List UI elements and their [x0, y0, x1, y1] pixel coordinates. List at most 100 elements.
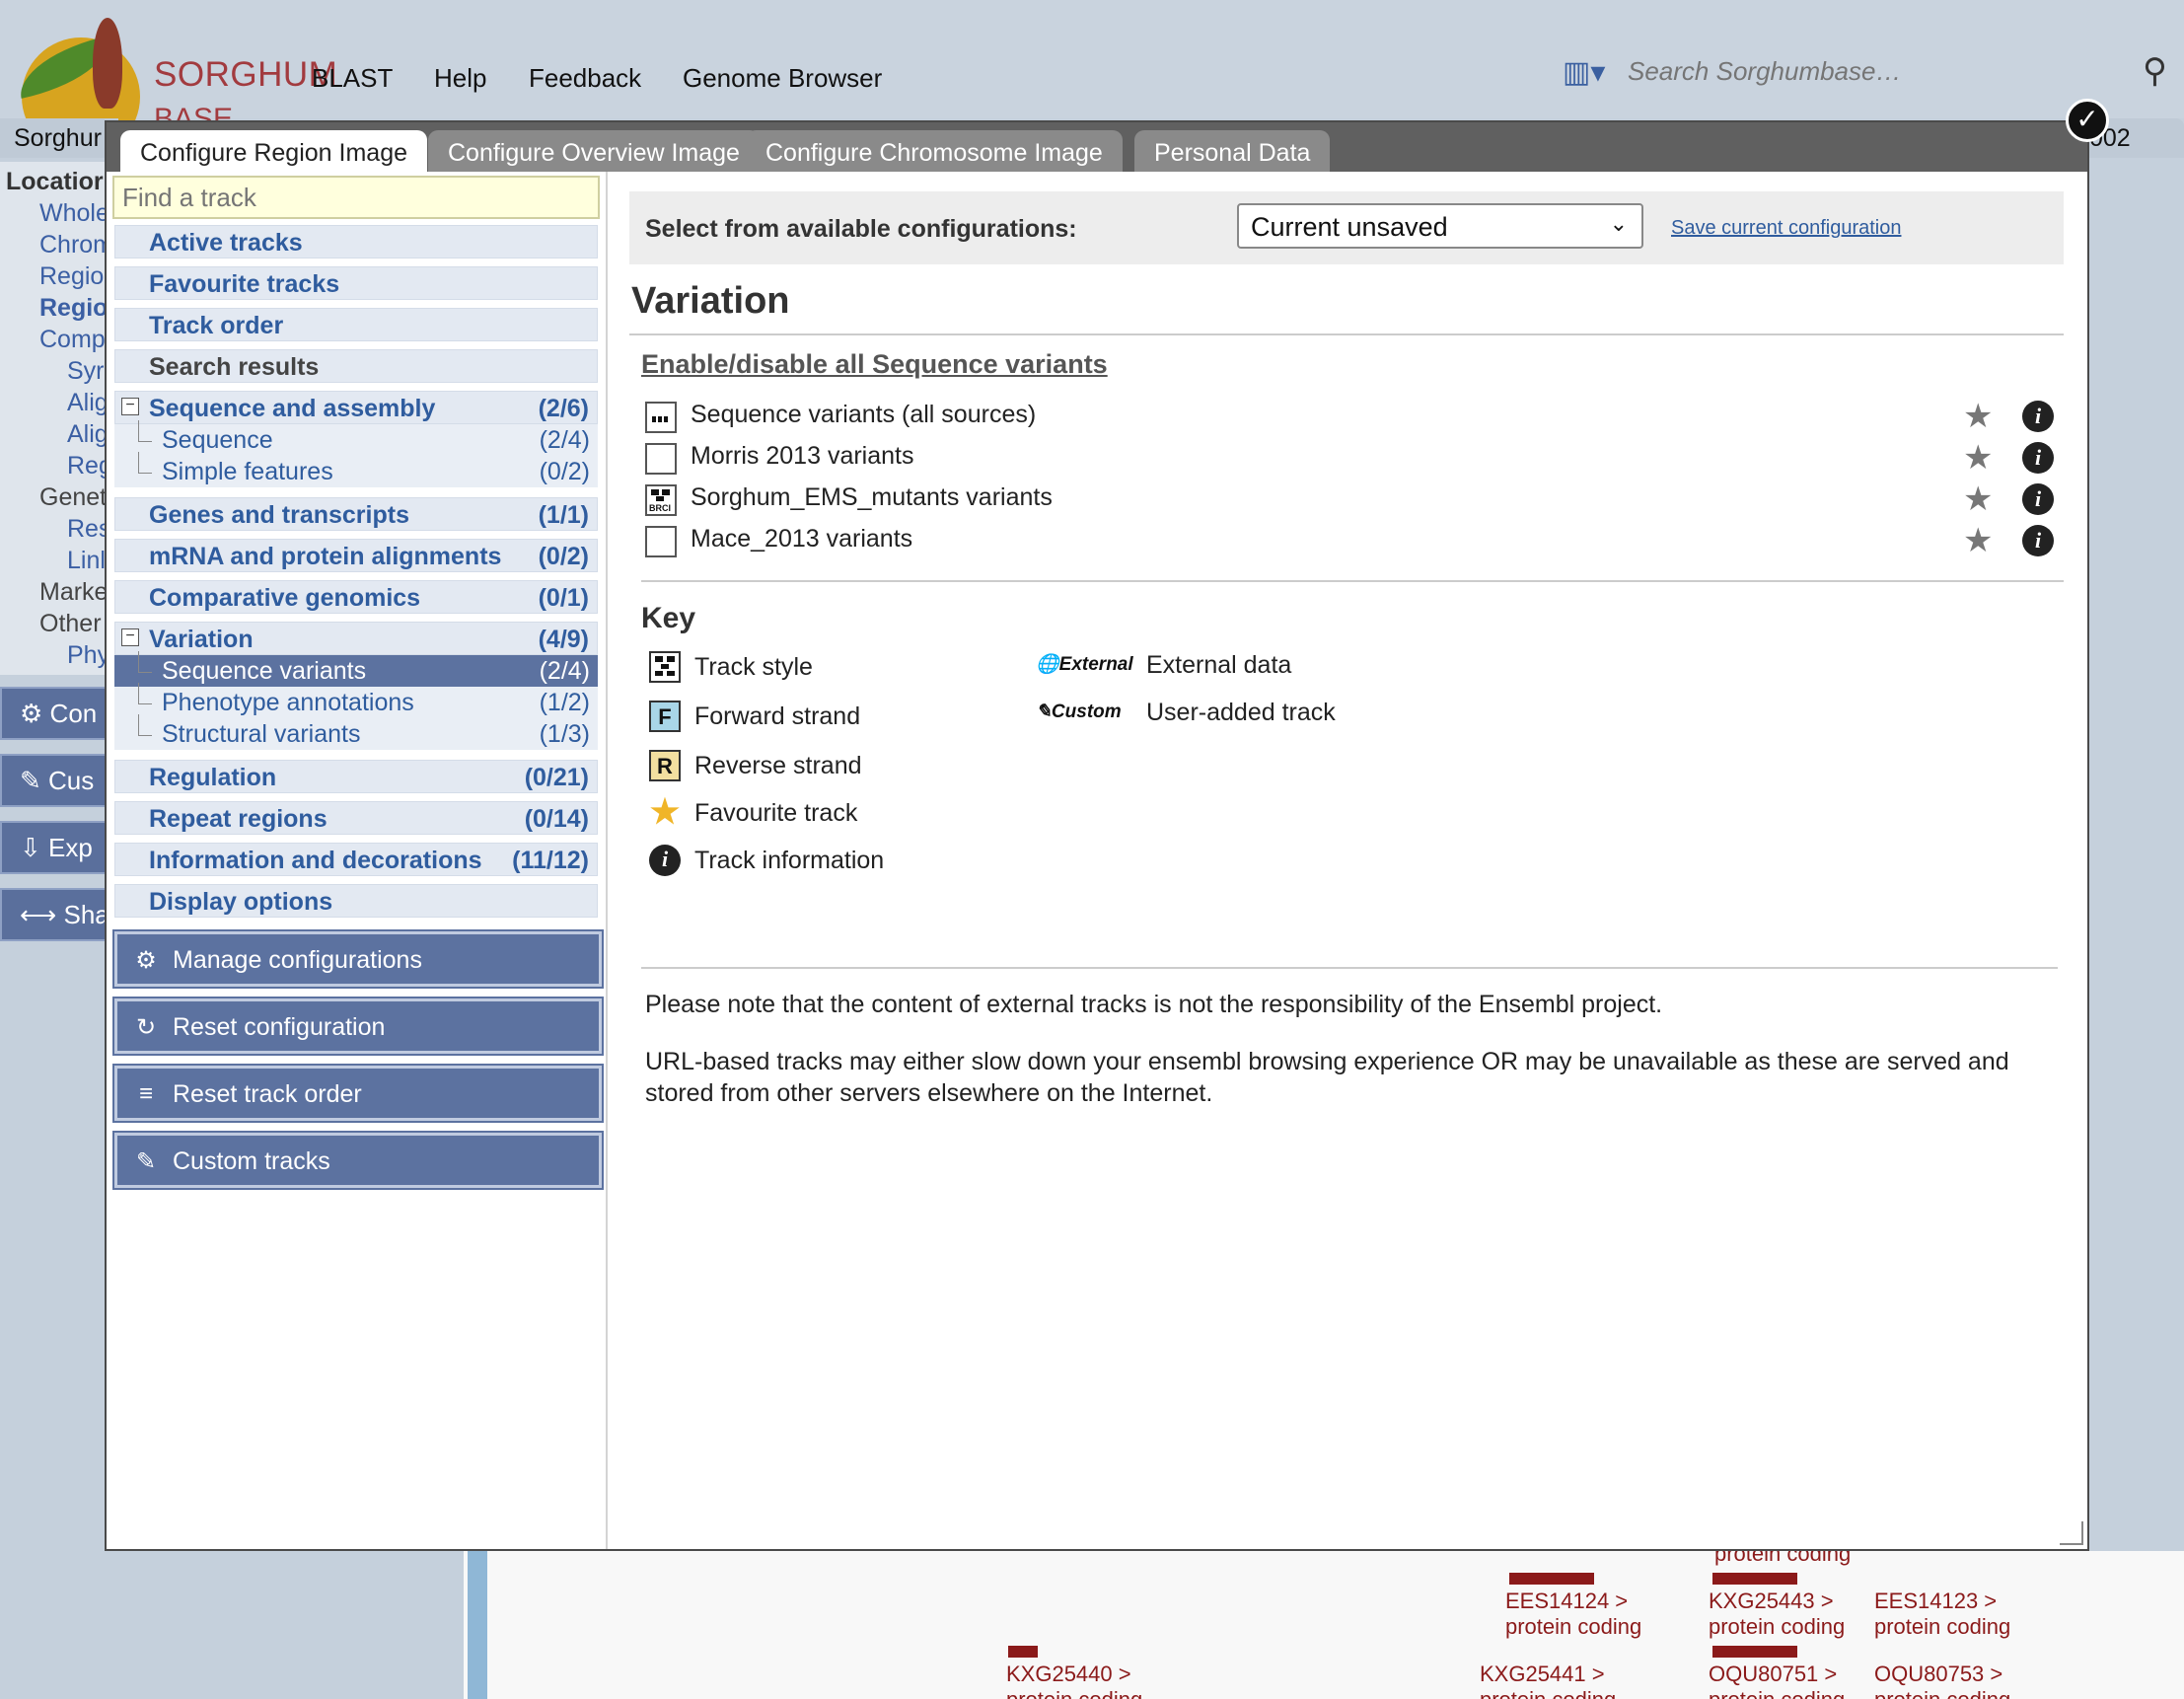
close-icon[interactable]: ✓: [2066, 99, 2109, 142]
reset-track-order-button[interactable]: ≡ Reset track order: [112, 1064, 604, 1123]
track-name: Sorghum_EMS_mutants variants: [691, 483, 1053, 511]
track-name: Morris 2013 variants: [691, 442, 914, 470]
sidebar-item-count: (0/14): [524, 805, 589, 833]
tree-heading: Locatior: [6, 168, 104, 195]
feature-label[interactable]: EES14124 > protein coding: [1505, 1588, 1641, 1640]
resize-handle-icon[interactable]: [2060, 1521, 2083, 1545]
tree-item[interactable]: Comp: [39, 326, 106, 354]
favourite-star-icon[interactable]: ★: [1963, 440, 1993, 476]
tree-item[interactable]: Genet: [39, 483, 107, 512]
sidebar-item-regulation[interactable]: Regulation (0/21): [114, 760, 598, 793]
track-style-toggle[interactable]: [645, 526, 677, 557]
sidebar-item-track-order[interactable]: Track order: [114, 308, 598, 341]
sidebar-item-favourite-tracks[interactable]: Favourite tracks: [114, 266, 598, 300]
bg-export-button[interactable]: ⇩ Exp: [0, 821, 107, 874]
info-icon[interactable]: i: [2022, 442, 2054, 474]
sidebar-item-count: (1/3): [539, 720, 590, 748]
save-configuration-link[interactable]: Save current configuration: [1671, 217, 1901, 240]
tab-configure-overview-image[interactable]: Configure Overview Image: [428, 130, 760, 172]
sidebar-item-label: Display options: [149, 888, 333, 916]
configuration-dropdown[interactable]: Current unsaved ⌄: [1237, 203, 1643, 249]
tree-item[interactable]: Regio: [39, 294, 108, 323]
search-scope-icon[interactable]: ▥▾: [1563, 55, 1605, 90]
info-icon: i: [649, 845, 681, 876]
tree-branch: [138, 420, 152, 442]
favourite-star-icon[interactable]: ★: [1963, 523, 1993, 558]
tree-item[interactable]: Alig: [67, 420, 109, 449]
track-style-toggle[interactable]: BRCI: [645, 484, 677, 516]
configure-modal: Configure Region Image Configure Overvie…: [105, 120, 2089, 1551]
tab-configure-region-image[interactable]: Configure Region Image: [120, 130, 427, 172]
sidebar-subitem-simple-features[interactable]: Simple features (0/2): [114, 452, 598, 487]
site-search-input[interactable]: [1628, 51, 2091, 91]
sidebar-item-label: Repeat regions: [149, 805, 328, 833]
find-track-input[interactable]: [112, 176, 600, 219]
info-icon[interactable]: i: [2022, 401, 2054, 432]
tree-item[interactable]: Regio: [39, 262, 104, 291]
favourite-star-icon[interactable]: ★: [1963, 399, 1993, 434]
tab-personal-data[interactable]: Personal Data: [1134, 130, 1331, 172]
sidebar-subitem-structural-variants[interactable]: Structural variants (1/3): [114, 714, 598, 750]
feature-label[interactable]: OQU80751 >protein coding: [1709, 1662, 1845, 1699]
nav-feedback[interactable]: Feedback: [529, 63, 641, 94]
sidebar-item-genes-and-transcripts[interactable]: Genes and transcripts (1/1): [114, 497, 598, 531]
species-tab[interactable]: Sorghur: [0, 118, 118, 158]
track-style-toggle[interactable]: [645, 443, 677, 475]
nav-blast[interactable]: BLAST: [312, 63, 393, 94]
feature-label[interactable]: EES14123 > protein coding: [1874, 1588, 2010, 1640]
reset-configuration-button[interactable]: ↻ Reset configuration: [112, 997, 604, 1056]
bg-custom-tracks-button[interactable]: ✎ Cus: [0, 754, 107, 807]
tree-item[interactable]: Whole: [39, 199, 109, 228]
info-icon[interactable]: i: [2022, 525, 2054, 556]
track-name: Sequence variants (all sources): [691, 401, 1037, 428]
sidebar-subitem-phenotype-annotations[interactable]: Phenotype annotations (1/2): [114, 683, 598, 718]
nav-help[interactable]: Help: [434, 63, 486, 94]
favourite-star-icon[interactable]: ★: [1963, 481, 1993, 517]
tree-item[interactable]: Alig: [67, 389, 109, 417]
manage-configurations-button[interactable]: ⚙ Manage configurations: [112, 929, 604, 989]
sidebar-item-label: Sequence variants: [162, 657, 367, 685]
sidebar-item-count: (0/2): [538, 543, 589, 570]
sidebar-item-information-and-decorations[interactable]: Information and decorations (11/12): [114, 843, 598, 876]
custom-tracks-button[interactable]: ✎ Custom tracks: [112, 1131, 604, 1190]
key-label: User-added track: [1146, 699, 1336, 726]
sidebar-item-repeat-regions[interactable]: Repeat regions (0/14): [114, 801, 598, 835]
tree-item[interactable]: Phy: [67, 641, 109, 670]
tree-item[interactable]: Syr: [67, 357, 105, 386]
bg-share-button[interactable]: ⟷ Sha: [0, 888, 109, 941]
nav-genome-browser[interactable]: Genome Browser: [683, 63, 882, 94]
info-icon[interactable]: i: [2022, 483, 2054, 515]
tree-item[interactable]: Other: [39, 610, 102, 638]
reverse-strand-icon: R: [649, 750, 681, 781]
collapse-toggle-icon[interactable]: −: [121, 398, 139, 415]
sidebar-subitem-sequence-variants[interactable]: Sequence variants (2/4): [114, 651, 598, 687]
sidebar-item-sequence-and-assembly[interactable]: − Sequence and assembly (2/6): [114, 391, 598, 424]
tree-item[interactable]: Marke: [39, 578, 108, 607]
key-title: Key: [641, 602, 696, 634]
tab-configure-chromosome-image[interactable]: Configure Chromosome Image: [746, 130, 1123, 172]
track-style-toggle[interactable]: [645, 402, 677, 433]
configuration-selector-bar: Select from available configurations: Cu…: [629, 191, 2064, 264]
sorghumbase-logo[interactable]: SORGHUM BASE: [8, 16, 337, 156]
sidebar-item-display-options[interactable]: Display options: [114, 884, 598, 918]
feature-label[interactable]: KXG25440 >protein coding: [1006, 1662, 1142, 1699]
feature-label[interactable]: KXG25441 >protein coding: [1480, 1662, 1616, 1699]
tree-branch: [138, 452, 152, 474]
tree-item[interactable]: Chrom: [39, 231, 113, 259]
sidebar-item-variation[interactable]: − Variation (4/9): [114, 622, 598, 655]
sidebar-item-label: Regulation: [149, 764, 277, 791]
feature-label[interactable]: KXG25443 > protein coding: [1709, 1588, 1845, 1640]
sidebar-item-search-results[interactable]: Search results: [114, 349, 598, 383]
sidebar-item-comparative-genomics[interactable]: Comparative genomics (0/1): [114, 580, 598, 614]
sidebar-item-active-tracks[interactable]: Active tracks: [114, 225, 598, 259]
sidebar-item-mrna-protein-alignments[interactable]: mRNA and protein alignments (0/2): [114, 539, 598, 572]
bg-configure-button[interactable]: ⚙ Con: [0, 687, 107, 740]
collapse-toggle-icon[interactable]: −: [121, 628, 139, 646]
tree-branch: [138, 714, 152, 736]
feature-label[interactable]: OQU80753 >protein coding: [1874, 1662, 2010, 1699]
button-label: Reset track order: [173, 1080, 362, 1108]
sidebar-subitem-sequence[interactable]: Sequence (2/4): [114, 420, 598, 456]
search-icon[interactable]: ⚲: [2143, 51, 2167, 91]
enable-disable-all-link[interactable]: Enable/disable all Sequence variants: [641, 349, 1108, 380]
tree-item[interactable]: Linl: [67, 547, 106, 575]
